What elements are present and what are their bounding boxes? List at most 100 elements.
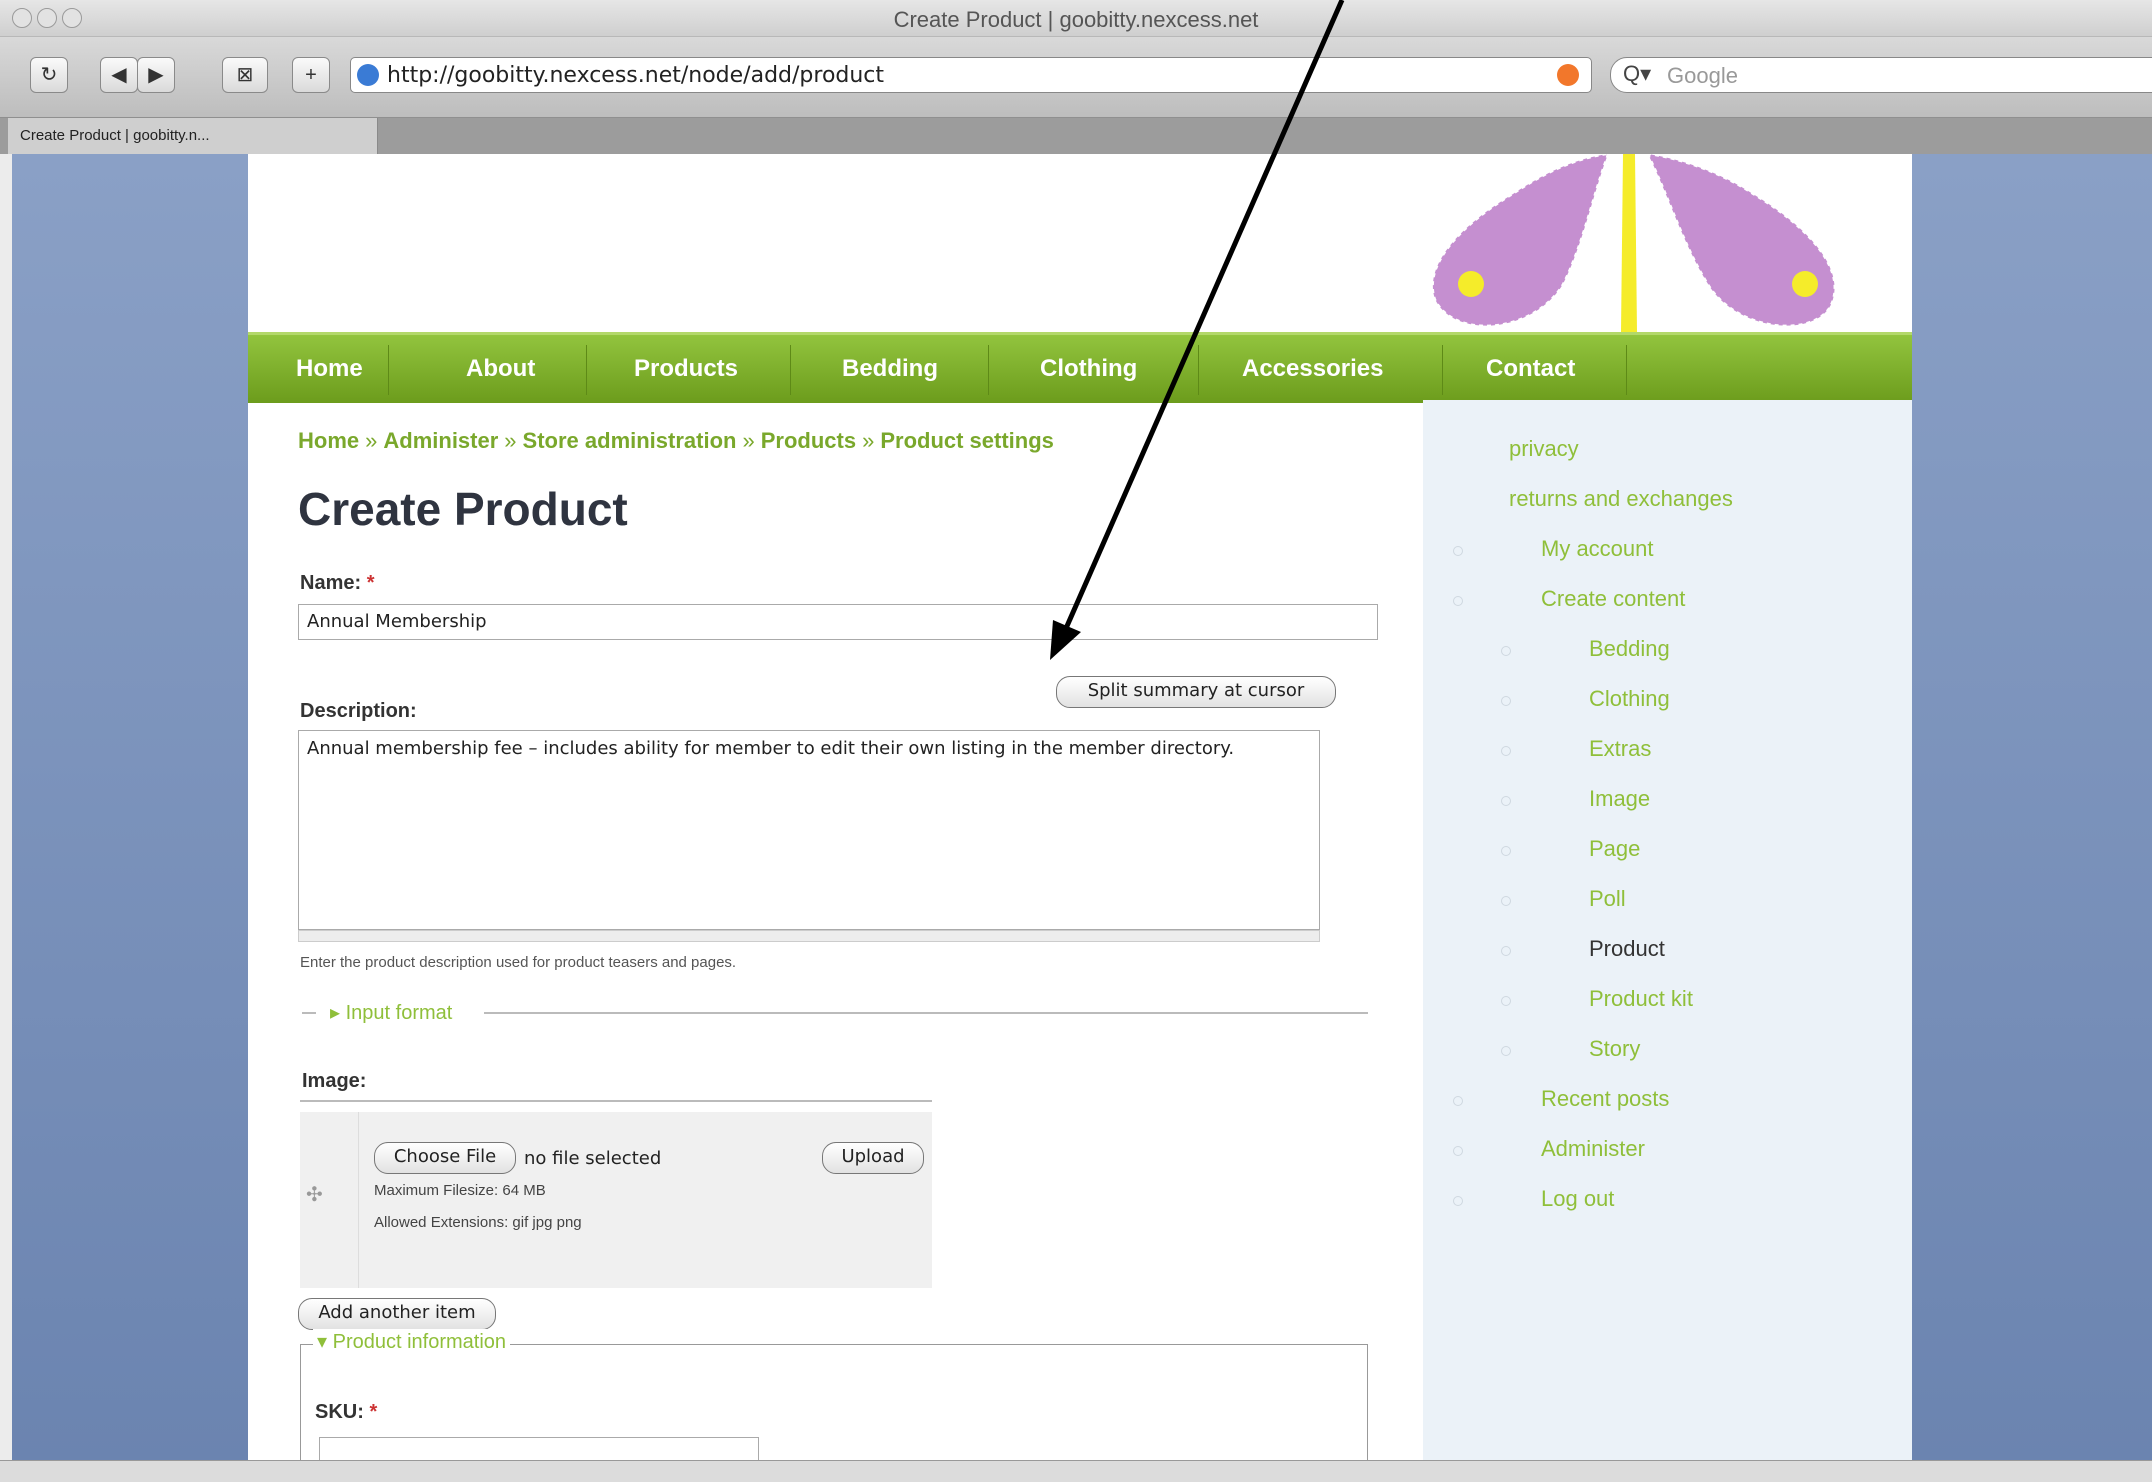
bullet-icon xyxy=(1501,1046,1511,1056)
nav-bedding[interactable]: Bedding xyxy=(842,335,938,403)
sku-label-text: SKU: xyxy=(315,1401,364,1423)
breadcrumb-products[interactable]: Products xyxy=(761,428,856,453)
name-input[interactable]: Annual Membership xyxy=(298,604,1378,640)
sidebar-item-product[interactable]: Product xyxy=(1589,936,1665,962)
description-help: Enter the product description used for p… xyxy=(300,954,737,971)
main-content: Home» Administer» Store administration» Pro… xyxy=(248,400,1418,1460)
nav-divider xyxy=(388,345,389,395)
tab-create-product[interactable]: Create Product | goobitty.n... xyxy=(8,118,378,154)
bullet-icon xyxy=(1501,846,1511,856)
allowed-extensions-text: Allowed Extensions: gif jpg png xyxy=(374,1214,582,1231)
main-nav: Home About Products Bedding Clothing Acc… xyxy=(248,332,1912,403)
web-page: Home About Products Bedding Clothing Acc… xyxy=(248,154,1912,1460)
sidebar-menu: privacy returns and exchanges My account… xyxy=(1423,400,1912,1460)
forward-icon[interactable]: ▶ xyxy=(137,57,175,93)
nav-accessories[interactable]: Accessories xyxy=(1242,335,1383,403)
address-text: http://goobitty.nexcess.net/node/add/pro… xyxy=(387,63,885,88)
upload-button[interactable]: Upload xyxy=(822,1142,924,1174)
breadcrumb: Home» Administer» Store administration» Pro… xyxy=(298,428,1054,454)
globe-icon xyxy=(357,64,379,86)
web-viewport: Home About Products Bedding Clothing Acc… xyxy=(12,154,2152,1460)
sidebar-item-recent-posts[interactable]: Recent posts xyxy=(1541,1086,1669,1112)
bullet-icon xyxy=(1501,896,1511,906)
tab-bar: Create Product | goobitty.n... xyxy=(0,118,2152,154)
bullet-icon xyxy=(1501,946,1511,956)
name-label-text: Name: xyxy=(300,572,362,594)
breadcrumb-separator: » xyxy=(365,428,378,453)
input-format-rule xyxy=(302,1012,316,1014)
bullet-icon xyxy=(1453,1096,1463,1106)
nav-divider xyxy=(1198,345,1199,395)
product-information-legend-text: Product information xyxy=(332,1331,507,1353)
status-bar xyxy=(0,1460,2152,1482)
no-file-text: no file selected xyxy=(524,1148,662,1169)
bullet-icon xyxy=(1453,546,1463,556)
bullet-icon xyxy=(1501,796,1511,806)
sidebar-item-clothing[interactable]: Clothing xyxy=(1589,686,1670,712)
breadcrumb-separator: » xyxy=(742,428,755,453)
bullet-icon xyxy=(1453,596,1463,606)
required-mark: * xyxy=(369,1401,378,1423)
nav-divider xyxy=(586,345,587,395)
browser-window: Create Product | goobitty.nexcess.net ↻ … xyxy=(0,0,2152,1482)
breadcrumb-separator: » xyxy=(504,428,517,453)
breadcrumb-administer[interactable]: Administer xyxy=(383,428,498,453)
sidebar-item-product-kit[interactable]: Product kit xyxy=(1589,986,1693,1012)
product-information-fieldset: ▾ Product information SKU: * xyxy=(300,1329,1368,1460)
sidebar-item-create-content[interactable]: Create content xyxy=(1541,586,1685,612)
bullet-icon xyxy=(1453,1146,1463,1156)
sidebar-item-returns[interactable]: returns and exchanges xyxy=(1509,486,1733,512)
sidebar-item-bedding[interactable]: Bedding xyxy=(1589,636,1670,662)
sidebar-item-privacy[interactable]: privacy xyxy=(1509,436,1579,462)
sidebar-item-administer[interactable]: Administer xyxy=(1541,1136,1645,1162)
description-textarea[interactable]: Annual membership fee – includes ability… xyxy=(298,730,1320,930)
drag-handle-icon[interactable]: ✣ xyxy=(306,1182,323,1207)
input-format-rule xyxy=(484,1012,1368,1014)
input-format-legend-text: Input format xyxy=(345,1002,453,1024)
nav-clothing[interactable]: Clothing xyxy=(1040,335,1137,403)
sidebar-item-my-account[interactable]: My account xyxy=(1541,536,1654,562)
nav-divider xyxy=(988,345,989,395)
nav-divider xyxy=(790,345,791,395)
sidebar-item-page[interactable]: Page xyxy=(1589,836,1640,862)
nav-home[interactable]: Home xyxy=(296,335,363,403)
choose-file-button[interactable]: Choose File xyxy=(374,1142,516,1174)
breadcrumb-home[interactable]: Home xyxy=(298,428,359,453)
address-bar[interactable]: http://goobitty.nexcess.net/node/add/pro… xyxy=(350,57,1592,93)
image-label: Image: xyxy=(302,1070,367,1092)
sidebar-item-image[interactable]: Image xyxy=(1589,786,1650,812)
rss-icon[interactable] xyxy=(1557,64,1579,86)
sku-label: SKU: * xyxy=(315,1401,377,1424)
nav-divider xyxy=(1626,345,1627,395)
search-placeholder: Google xyxy=(1667,63,1738,88)
snapback-icon[interactable]: ⊠ xyxy=(222,57,268,93)
breadcrumb-store-administration[interactable]: Store administration xyxy=(523,428,737,453)
sidebar-item-poll[interactable]: Poll xyxy=(1589,886,1626,912)
nav-contact[interactable]: Contact xyxy=(1486,335,1575,403)
bullet-icon xyxy=(1453,1196,1463,1206)
nav-about[interactable]: About xyxy=(466,335,535,403)
image-table-rule xyxy=(300,1100,932,1102)
sidebar-item-log-out[interactable]: Log out xyxy=(1541,1186,1614,1212)
split-summary-button[interactable]: Split summary at cursor xyxy=(1056,676,1336,708)
description-label: Description: xyxy=(300,700,417,722)
search-icon: Q▾ xyxy=(1623,61,1652,86)
breadcrumb-product-settings[interactable]: Product settings xyxy=(880,428,1054,453)
textarea-resize-grip[interactable] xyxy=(298,930,1320,942)
sku-input[interactable] xyxy=(319,1437,759,1460)
browser-toolbar: ↻ ◀ ▶ ⊠ + http://goobitty.nexcess.net/no… xyxy=(0,37,2152,118)
sidebar-item-extras[interactable]: Extras xyxy=(1589,736,1651,762)
row-divider xyxy=(358,1112,359,1288)
input-format-legend[interactable]: ▸ Input format xyxy=(330,1000,452,1025)
bullet-icon xyxy=(1501,696,1511,706)
butterfly-logo-icon xyxy=(1432,154,1836,332)
reload-icon[interactable]: ↻ xyxy=(30,57,68,93)
name-label: Name: * xyxy=(300,572,375,595)
nav-products[interactable]: Products xyxy=(634,335,738,403)
product-information-legend[interactable]: ▾ Product information xyxy=(313,1329,511,1354)
search-field[interactable]: Q▾ Google xyxy=(1610,57,2152,93)
add-bookmark-icon[interactable]: + xyxy=(292,57,330,93)
back-icon[interactable]: ◀ xyxy=(100,57,138,93)
add-another-item-button[interactable]: Add another item xyxy=(298,1298,496,1330)
sidebar-item-story[interactable]: Story xyxy=(1589,1036,1640,1062)
